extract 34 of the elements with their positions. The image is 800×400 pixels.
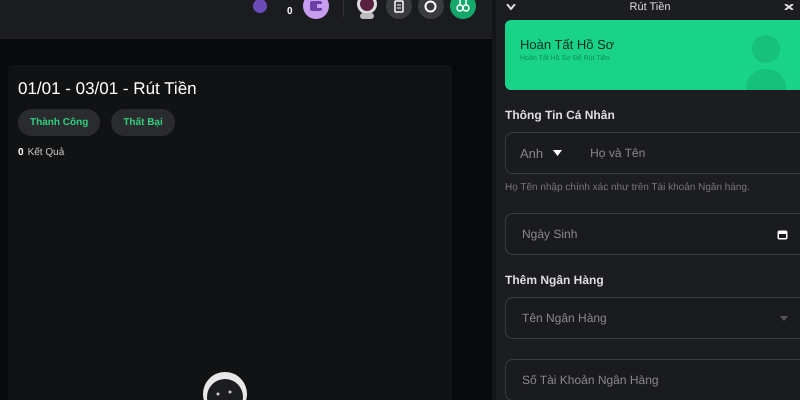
wallet-icon — [308, 0, 323, 12]
wallet-button[interactable] — [302, 0, 329, 19]
name-input[interactable]: Họ và Tên — [588, 145, 788, 161]
calendar-icon[interactable] — [777, 228, 788, 240]
section-heading: Thông Tin Cá Nhân — [505, 108, 616, 122]
history-title: 01/01 - 03/01 - Rút Tiền — [18, 79, 198, 99]
field-hint: Họ Tên nhập chính xác như trên Tài khoản Ngân hàng. — [505, 182, 751, 193]
clipboard-icon — [394, 0, 404, 12]
clipboard-button[interactable] — [386, 0, 412, 19]
balance-amount: 0 — [287, 6, 293, 16]
support-button[interactable] — [418, 0, 444, 19]
ring-icon — [424, 0, 438, 12]
filter-chip[interactable]: Thành Công — [18, 109, 100, 136]
caret-icon — [553, 150, 562, 156]
title-dropdown[interactable]: Anh — [520, 146, 562, 160]
banner-title: Hoàn Tất Hồ Sơ — [520, 37, 616, 52]
coin-icon — [253, 0, 267, 13]
text-input[interactable]: Tên Ngân Hàng — [520, 310, 780, 326]
account-number-field[interactable]: Số Tài Khoản Ngân Hàng — [505, 359, 800, 400]
panel-title: Rút Tiền — [630, 1, 670, 13]
date-field[interactable]: Ngày Sinh — [505, 213, 800, 255]
name-field[interactable]: Anh Họ và Tên — [505, 132, 800, 174]
bank-select[interactable]: Tên Ngân Hàng — [505, 297, 800, 339]
close-icon[interactable] — [784, 4, 794, 10]
text-input[interactable]: Ngày Sinh — [520, 226, 777, 242]
result-label: Kết Quả — [28, 147, 64, 158]
section-heading: Thêm Ngân Hàng — [505, 273, 605, 287]
person-icon — [746, 35, 786, 90]
result-count: 0 — [18, 147, 24, 158]
text-input[interactable]: Số Tài Khoản Ngân Hàng — [520, 372, 788, 388]
filter-chip[interactable]: Thất Bại — [111, 109, 175, 136]
back-icon[interactable] — [506, 4, 516, 10]
caret-icon — [780, 316, 788, 320]
gift-button[interactable] — [450, 0, 476, 19]
